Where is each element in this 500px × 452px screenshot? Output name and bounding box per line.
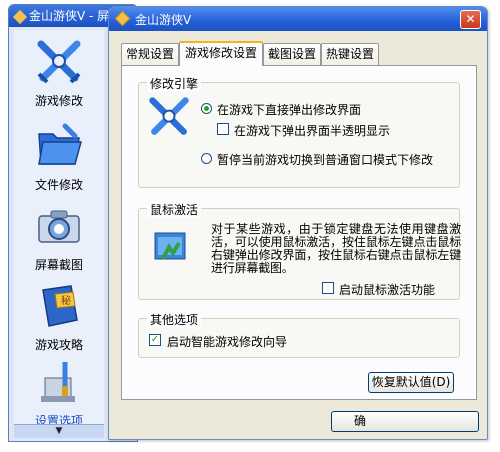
sidebar-item-label: 屏幕截图 xyxy=(34,258,83,272)
sidebar: 游戏修改 文件修改 屏幕截图 秘 游戏攻略 设置选项 xyxy=(14,30,104,430)
checkmark-icon: ✓ xyxy=(150,334,160,345)
close-icon: ✕ xyxy=(465,12,476,26)
pause-switch-radio[interactable] xyxy=(201,153,212,164)
sidebar-item-file-modify[interactable]: 文件修改 xyxy=(14,120,104,202)
restore-defaults-button[interactable]: 恢复默认值(D) xyxy=(368,372,454,393)
tab-game-modify[interactable]: 游戏修改设置 xyxy=(179,41,263,66)
app-logo-icon xyxy=(114,10,131,27)
mouse-activate-description: 对于某些游戏，由于锁定键盘无法使用键盘激活，可以使用鼠标激活，按住鼠标左键点击鼠… xyxy=(211,222,461,275)
settings-tools-icon xyxy=(35,358,83,406)
app-logo-icon xyxy=(12,9,28,24)
secret-book-icon: 秘 xyxy=(35,282,83,330)
mouse-activate-icon xyxy=(153,229,187,263)
dialog-titlebar[interactable]: 金山游侠V ✕ xyxy=(109,7,487,31)
tab-panel: 修改引擎 在游戏下直接弹出修改界面 在游戏下弹出界面半透明显示 暂停当前游戏切换… xyxy=(121,65,477,400)
crossed-swords-icon xyxy=(147,95,191,139)
mouse-activate-checkbox[interactable] xyxy=(322,282,334,294)
dialog-title: 金山游侠V xyxy=(135,13,192,27)
direct-popup-radio[interactable] xyxy=(201,103,212,114)
ok-button[interactable]: 确 xyxy=(331,411,479,432)
sidebar-item-label: 游戏攻略 xyxy=(34,338,83,352)
close-button[interactable]: ✕ xyxy=(460,10,481,29)
mouse-activate-group: 鼠标激活 对于某些游戏，由于锁定键盘无法使用键盘激活，可以使用鼠标激活，按住鼠标… xyxy=(138,201,461,300)
sidebar-item-game-modify[interactable]: 游戏修改 xyxy=(14,36,104,118)
translucent-checkbox[interactable] xyxy=(217,123,229,135)
translucent-label[interactable]: 在游戏下弹出界面半透明显示 xyxy=(234,122,390,139)
sidebar-item-label: 游戏修改 xyxy=(34,94,83,108)
folder-icon xyxy=(35,122,83,170)
settings-dialog: 金山游侠V ✕ 常规设置 游戏修改设置 截图设置 热键设置 修改引擎 在游戏下直… xyxy=(108,6,488,440)
group-title: 修改引擎 xyxy=(147,75,202,92)
sidebar-item-game-guide[interactable]: 秘 游戏攻略 xyxy=(14,280,104,362)
mouse-activate-label[interactable]: 启动鼠标激活功能 xyxy=(339,281,435,298)
crossed-swords-icon xyxy=(35,38,83,86)
direct-popup-label[interactable]: 在游戏下直接弹出修改界面 xyxy=(217,101,361,118)
sidebar-item-screenshot[interactable]: 屏幕截图 xyxy=(14,200,104,282)
chevron-down-icon: ▼ xyxy=(55,426,63,436)
pause-switch-label[interactable]: 暂停当前游戏切换到普通窗口模式下修改 xyxy=(217,151,433,168)
smart-wizard-label[interactable]: 启动智能游戏修改向导 xyxy=(167,333,287,350)
smart-wizard-checkbox[interactable]: ✓ xyxy=(149,334,161,346)
ok-button-label: 确 xyxy=(354,414,367,428)
group-title: 鼠标激活 xyxy=(147,201,202,218)
group-title: 其他选项 xyxy=(147,311,202,328)
modify-engine-group: 修改引擎 在游戏下直接弹出修改界面 在游戏下弹出界面半透明显示 暂停当前游戏切换… xyxy=(138,75,460,188)
sidebar-item-label: 文件修改 xyxy=(34,178,83,192)
tab-screenshot[interactable]: 截图设置 xyxy=(263,43,321,65)
sidebar-scroll-down-button[interactable]: ▼ xyxy=(14,424,104,438)
tab-general[interactable]: 常规设置 xyxy=(121,43,179,65)
other-options-group: 其他选项 ✓ 启动智能游戏修改向导 xyxy=(138,311,460,358)
camera-icon xyxy=(35,202,83,250)
svg-text:秘: 秘 xyxy=(61,294,71,307)
tab-hotkeys[interactable]: 热键设置 xyxy=(321,43,379,65)
